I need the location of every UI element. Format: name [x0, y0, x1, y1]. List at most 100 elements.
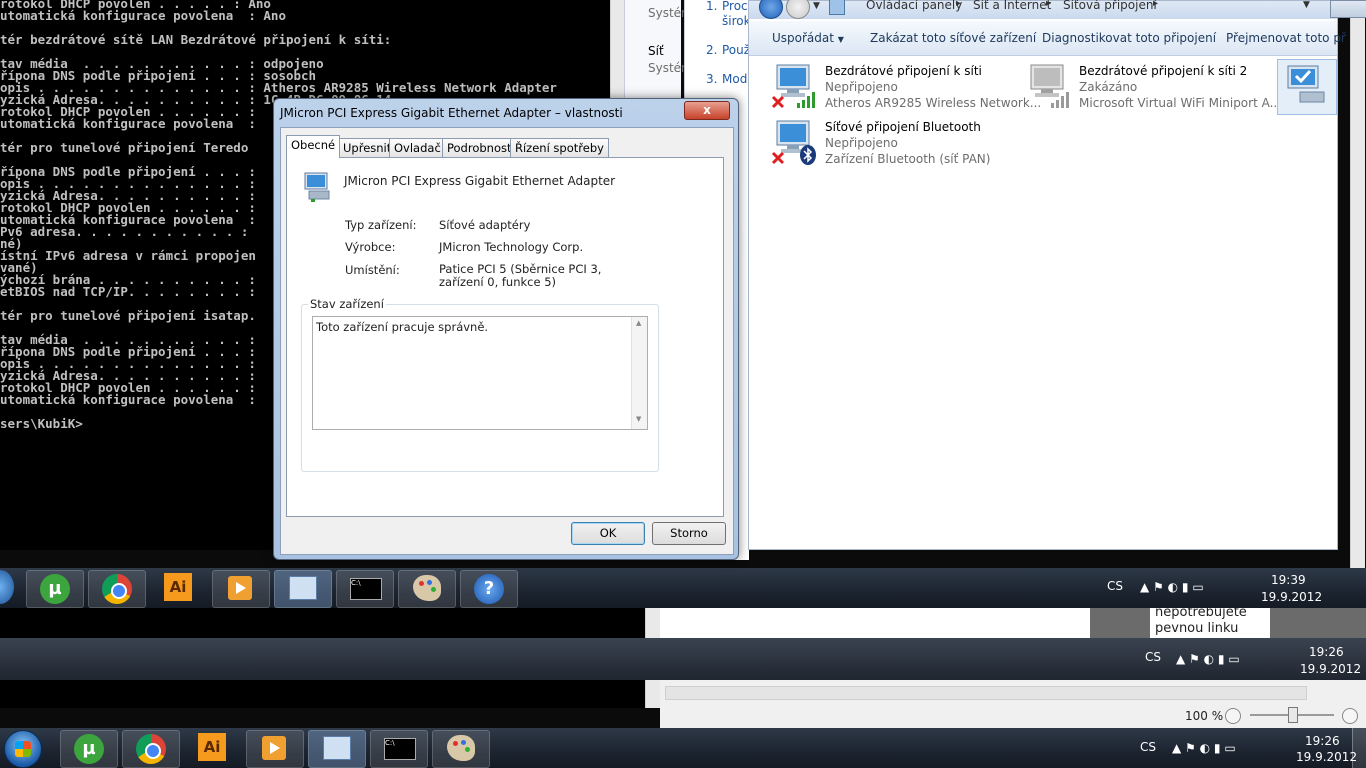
zoom-in-button[interactable] — [1342, 708, 1358, 724]
background-text: Síť — [648, 44, 664, 58]
language-indicator[interactable]: CS — [1140, 740, 1156, 754]
ok-button[interactable]: OK — [571, 522, 645, 545]
background-link[interactable]: širok — [722, 14, 751, 28]
cancel-button[interactable]: Storno — [652, 522, 726, 545]
clock-date[interactable]: 19.9.2012 — [1296, 750, 1357, 764]
right-scrollbar[interactable] — [1350, 18, 1365, 568]
language-indicator[interactable]: CS — [1145, 650, 1161, 664]
language-indicator[interactable]: CS — [1107, 579, 1123, 593]
taskbar: µ Ai C:\ ? CS ▲ ⚑ ◐ ▮ ▭ 19:39 19.9.2012 — [0, 568, 1366, 608]
taskbar-control-panel[interactable] — [274, 570, 332, 608]
control-panel-icon — [323, 736, 351, 760]
utorrent-icon: µ — [40, 574, 70, 604]
background-link[interactable]: Proc — [722, 0, 748, 13]
background-link[interactable]: Mod — [722, 72, 747, 86]
tab-power-management[interactable]: Řízení spotřeby — [510, 138, 609, 157]
breadcrumb-item[interactable]: Síť a Internet — [973, 0, 1051, 12]
connection-name: Bezdrátové připojení k síti 2 — [1079, 64, 1248, 78]
network-adapter-icon — [1287, 65, 1325, 103]
tab-panel-general: JMicron PCI Express Gigabit Ethernet Ada… — [286, 157, 724, 517]
location-value: Patice PCI 5 (Sběrnice PCI 3, zařízení 0… — [439, 262, 602, 289]
organize-button[interactable]: Uspořádat ▼ — [772, 31, 844, 45]
clock-time[interactable]: 19:26 — [1309, 645, 1344, 659]
connection-item-selected[interactable] — [1277, 59, 1337, 115]
device-status-group: Stav zařízení Toto zařízení pracuje sprá… — [301, 297, 659, 472]
taskbar-paint[interactable] — [432, 730, 490, 768]
taskbar-help[interactable]: ? — [460, 570, 518, 608]
console-line: utomatická konfigurace povolena : — [0, 116, 256, 131]
connection-item[interactable]: Bezdrátové připojení k síti 2 Zakázáno M… — [1025, 61, 1281, 111]
zoom-out-button[interactable] — [1225, 708, 1241, 724]
zoom-slider-thumb[interactable] — [1288, 707, 1298, 723]
taskbar-illustrator[interactable]: Ai — [184, 730, 240, 766]
chevron-down-icon[interactable]: ▼ — [813, 1, 820, 11]
paint-icon — [413, 575, 441, 601]
forward-button[interactable] — [786, 0, 810, 19]
background-text: 2. — [706, 43, 718, 57]
taskbar-paint[interactable] — [398, 570, 456, 608]
control-panel-icon — [829, 0, 845, 15]
taskbar-control-panel[interactable] — [308, 730, 366, 768]
console-line: tér bezdrátové sítě LAN Bezdrátové připo… — [0, 32, 392, 47]
horizontal-scrollbar[interactable] — [665, 686, 1307, 700]
console-line: tér pro tunelové připojení Teredo — [0, 140, 249, 155]
chrome-icon — [136, 734, 166, 764]
tab-details[interactable]: Podrobnosti — [442, 138, 520, 157]
connection-item[interactable]: Bezdrátové připojení k síti Nepřipojeno … — [771, 61, 1041, 111]
taskbar-command-prompt[interactable]: C:\ — [336, 570, 394, 608]
network-connections-window: ▼ Ovládací panely ▸ Síť a Internet ▸ Síť… — [748, 0, 1346, 550]
location-label: Umístění: — [345, 263, 400, 277]
back-button[interactable] — [759, 0, 783, 19]
taskbar-chrome[interactable] — [88, 570, 146, 608]
taskbar-media-player[interactable] — [246, 730, 304, 768]
dialog-title: JMicron PCI Express Gigabit Ethernet Ada… — [280, 106, 623, 120]
taskbar-media-player[interactable] — [212, 570, 270, 608]
breadcrumb-item[interactable]: Ovládací panely — [866, 0, 962, 12]
rename-button[interactable]: Přejmenovat toto př — [1226, 31, 1346, 45]
tray-icons: ▲ ⚑ ◐ ▮ ▭ — [1140, 580, 1204, 594]
clock-date[interactable]: 19.9.2012 — [1261, 590, 1322, 604]
illustrator-icon: Ai — [164, 573, 192, 601]
taskbar-utorrent[interactable]: µ — [60, 730, 118, 768]
breadcrumb-item[interactable]: Síťová připojení — [1063, 0, 1157, 12]
console-line: tér pro tunelové připojení isatap. — [0, 308, 256, 323]
textbox-scrollbar[interactable]: ▲ ▼ — [631, 317, 647, 429]
background-text: pevnou linku — [1155, 621, 1239, 636]
tab-general[interactable]: Obecné — [286, 135, 341, 158]
control-panel-icon — [289, 576, 317, 600]
taskbar-utorrent[interactable]: µ — [26, 570, 84, 608]
background-window — [660, 608, 1090, 638]
console-line: Pv6 adresa. . . . . . . . . . . : — [0, 224, 249, 239]
show-desktop-button[interactable] — [1352, 728, 1366, 768]
bluetooth-icon — [800, 145, 816, 165]
background-link[interactable]: Použ — [722, 43, 750, 57]
paint-icon — [447, 735, 475, 761]
clock-time[interactable]: 19:26 — [1305, 734, 1340, 748]
clock-time[interactable]: 19:39 — [1271, 573, 1306, 587]
taskbar-illustrator[interactable]: Ai — [150, 570, 206, 606]
close-button[interactable]: x — [684, 101, 730, 120]
disable-device-button[interactable]: Zakázat toto síťové zařízení — [870, 31, 1036, 45]
connection-item[interactable]: Síťové připojení Bluetooth Nepřipojeno Z… — [771, 117, 1021, 167]
device-status-textbox[interactable]: Toto zařízení pracuje správně. ▲ ▼ — [312, 316, 648, 430]
connection-device: Microsoft Virtual WiFi Miniport A... — [1079, 96, 1282, 110]
clock-date[interactable]: 19.9.2012 — [1300, 662, 1361, 676]
zoom-level: 100 % — [1185, 709, 1224, 723]
diagnose-button[interactable]: Diagnostikovat toto připojení — [1042, 31, 1216, 45]
scroll-down-icon[interactable]: ▼ — [636, 415, 641, 423]
taskbar-command-prompt[interactable]: C:\ — [370, 730, 428, 768]
start-button[interactable] — [4, 730, 42, 768]
tab-driver[interactable]: Ovladač — [389, 138, 446, 157]
address-dropdown-icon[interactable]: ▼ — [1303, 0, 1310, 10]
connection-status: Nepřipojeno — [825, 136, 898, 150]
console-line: etBIOS nad TCP/IP. . . . . . . . : — [0, 284, 256, 299]
media-player-icon — [262, 736, 286, 760]
disconnected-x-icon — [771, 95, 785, 109]
taskbar-chrome[interactable] — [122, 730, 180, 768]
window-minimize-button[interactable] — [1330, 0, 1366, 18]
chrome-icon — [102, 574, 132, 604]
start-button[interactable] — [0, 570, 14, 604]
tab-advanced[interactable]: Upřesnit — [338, 138, 397, 157]
scroll-up-icon[interactable]: ▲ — [636, 319, 641, 327]
device-type-value: Síťové adaptéry — [439, 218, 531, 232]
